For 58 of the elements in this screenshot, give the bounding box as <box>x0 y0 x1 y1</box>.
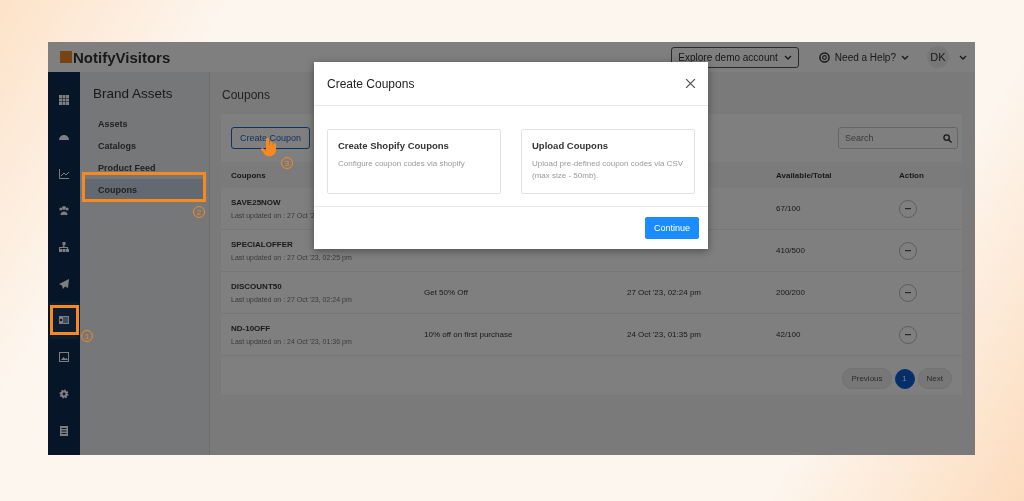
availability: 410/500 <box>776 246 806 255</box>
column-header: Action <box>889 162 962 188</box>
availability: 42/100 <box>776 330 802 339</box>
coupon-code: DISCOUNT50 <box>231 282 283 291</box>
dash-icon <box>905 249 911 252</box>
lifebuoy-icon <box>818 51 830 63</box>
gauge-icon <box>59 132 69 143</box>
users-icon <box>59 205 69 216</box>
coupon-code: SPECIALOFFER <box>231 240 294 249</box>
dialog-title: Create Coupons <box>327 76 415 91</box>
page-button[interactable]: 1 <box>894 368 915 389</box>
created-date: 24 Oct '23, 01:35 pm <box>627 330 702 339</box>
option-description: Upload pre-defined coupon codes via CSV (max size - 50mb). <box>532 158 684 182</box>
grid-icon <box>59 95 69 106</box>
create-coupon-button[interactable]: Create Coupon <box>231 127 311 149</box>
caret-icon <box>901 54 909 60</box>
option-title: Upload Coupons <box>532 140 609 151</box>
hierarchy-icon <box>59 242 69 253</box>
column-header: Available/Total <box>766 162 889 188</box>
coupon-code: ND-10OFF <box>231 324 272 333</box>
user-avatar[interactable]: DK <box>927 46 949 68</box>
next-button[interactable]: Next <box>917 368 952 389</box>
page-title: Coupons <box>222 88 272 102</box>
created-date: 27 Oct '23, 02:24 pm <box>627 288 702 297</box>
previous-button[interactable]: Previous <box>842 368 892 389</box>
close-button[interactable] <box>685 78 696 89</box>
close-icon <box>685 78 696 89</box>
option-card[interactable]: Create Shopify Coupons Configure coupon codes via shopify <box>327 129 501 194</box>
search-field[interactable]: Search <box>838 127 958 149</box>
menu-item[interactable]: Product Feed <box>84 157 205 179</box>
coupon-description: 10% off on first purchase <box>424 330 514 339</box>
document-icon <box>59 425 69 436</box>
explore-demo-dropdown[interactable]: Explore demo account <box>671 46 799 68</box>
coupon-description: Get 50% Off <box>424 288 469 297</box>
logo-icon <box>60 51 72 63</box>
menu-item[interactable]: Assets <box>84 113 205 135</box>
menu-item[interactable]: Catalogs <box>84 135 205 157</box>
caret-icon <box>783 54 792 60</box>
option-card[interactable]: Upload Coupons Upload pre-defined coupon codes via CSV (max size - 50mb). <box>521 129 695 194</box>
app-logo: NotifyVisitors <box>73 48 171 66</box>
paper-plane-icon <box>59 278 69 289</box>
image-icon <box>59 352 69 363</box>
caret-icon <box>959 54 967 60</box>
dash-icon <box>905 291 911 294</box>
availability: 67/100 <box>776 204 802 213</box>
line-chart-icon <box>59 168 69 179</box>
highlight-frame <box>50 305 79 335</box>
coupon-code: SAVE25NOW <box>231 198 282 207</box>
panel-title: Brand Assets <box>93 86 174 101</box>
list-icon <box>59 315 69 326</box>
continue-button[interactable]: Continue <box>644 217 699 239</box>
option-title: Create Shopify Coupons <box>338 140 450 151</box>
dash-icon <box>905 207 911 210</box>
settings-icon <box>59 388 69 399</box>
help-menu[interactable]: Need a Help? <box>834 51 896 63</box>
dash-icon <box>905 333 911 336</box>
availability: 200/200 <box>776 288 806 297</box>
search-icon <box>943 133 952 143</box>
